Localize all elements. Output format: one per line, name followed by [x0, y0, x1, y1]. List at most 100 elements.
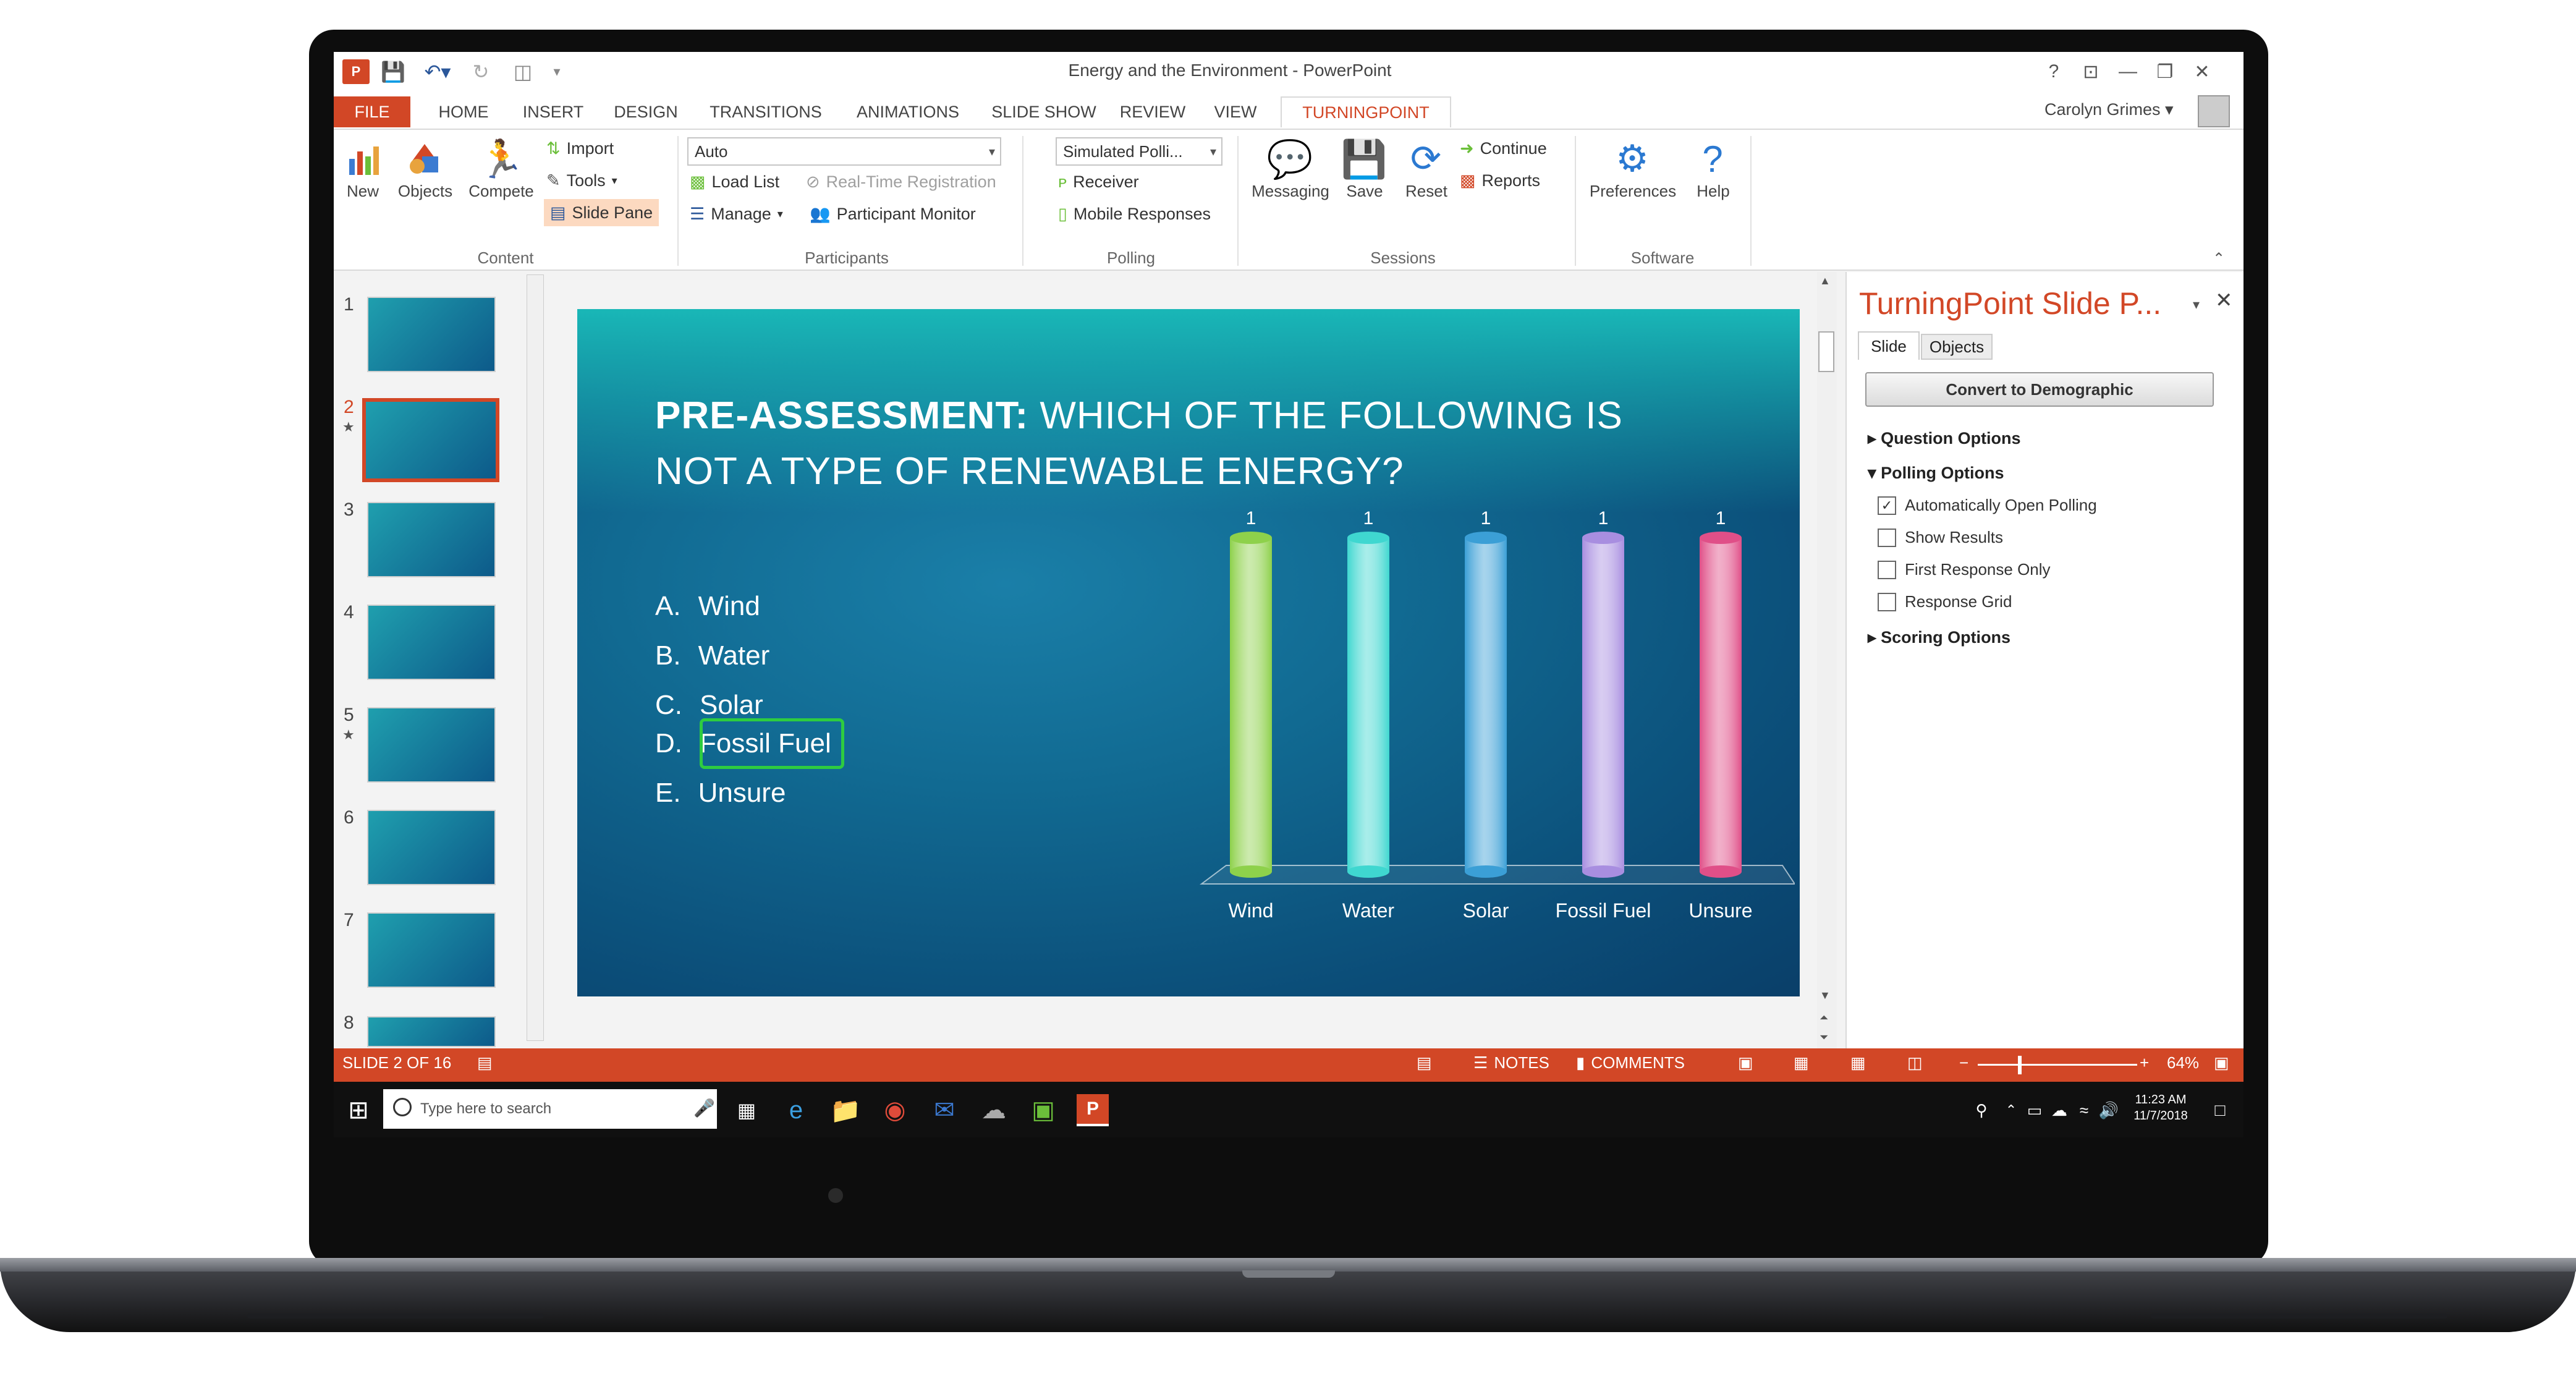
ribbon-display-options-icon[interactable]: ⊡	[2075, 59, 2106, 84]
zoom-slider[interactable]	[1978, 1064, 2137, 1066]
compete-button[interactable]: 🏃 Compete	[465, 136, 538, 201]
previous-slide-icon[interactable]: ⏶	[1820, 1011, 1828, 1024]
tab-turningpoint[interactable]: TURNINGPOINT	[1281, 96, 1451, 127]
slide-canvas[interactable]: PRE-ASSESSMENT: WHICH OF THE FOLLOWING I…	[577, 309, 1800, 996]
fit-to-window-icon[interactable]: ▣	[2214, 1053, 2229, 1072]
continue-button[interactable]: ➜ Continue	[1460, 135, 1547, 162]
turningpoint-app-icon[interactable]: ▣	[1027, 1094, 1059, 1126]
receiver-button[interactable]: ᴘ Receiver	[1058, 168, 1139, 195]
scroll-up-icon[interactable]: ▲	[1820, 274, 1831, 287]
chrome-icon[interactable]: ◉	[879, 1094, 911, 1126]
tab-file[interactable]: FILE	[334, 96, 410, 127]
user-avatar[interactable]	[2198, 95, 2230, 127]
tab-slide[interactable]: Slide	[1858, 331, 1920, 360]
slide-pane-button[interactable]: ▤ Slide Pane	[544, 199, 659, 226]
polling-options-section[interactable]: ▾ Polling Options	[1868, 464, 2004, 483]
volume-icon[interactable]: 🔊	[2093, 1094, 2125, 1126]
checkbox-response-grid[interactable]: Response Grid	[1878, 592, 2012, 611]
language-icon[interactable]: ▤	[1417, 1053, 1432, 1072]
answer-item[interactable]: C. Solar	[655, 690, 763, 721]
scroll-down-icon[interactable]: ▼	[1820, 989, 1831, 1002]
people-tray-icon[interactable]: ⚲	[1965, 1094, 1998, 1126]
slide-thumbnail[interactable]	[367, 502, 496, 577]
slide-thumbnail-selected[interactable]	[362, 398, 499, 482]
save-session-button[interactable]: 💾 Save	[1339, 136, 1391, 201]
slide-counter[interactable]: SLIDE 2 OF 16	[342, 1053, 451, 1072]
normal-view-icon[interactable]: ▣	[1738, 1053, 1753, 1072]
checkbox-show-results[interactable]: Show Results	[1878, 528, 2003, 547]
help-icon[interactable]: ?	[2038, 59, 2069, 84]
checkbox-automatically-open-polling[interactable]: ✓ Automatically Open Polling	[1878, 496, 2097, 515]
tab-home[interactable]: HOME	[426, 96, 501, 127]
comments-button[interactable]: ▮ COMMENTS	[1576, 1053, 1685, 1072]
tab-slide-show[interactable]: SLIDE SHOW	[985, 96, 1103, 127]
tab-view[interactable]: VIEW	[1201, 96, 1269, 127]
tab-objects[interactable]: Objects	[1921, 334, 1993, 360]
results-chart[interactable]: 1 Wind 1 Water 1 Solar 1 Fossil Fuel 1 Unsure	[1189, 488, 1795, 946]
slide-sorter-icon[interactable]: ▦	[1794, 1053, 1809, 1072]
slide-thumbnail[interactable]	[367, 1016, 496, 1047]
app-icon[interactable]: ☁	[978, 1094, 1010, 1126]
reset-button[interactable]: ⟳ Reset	[1399, 136, 1454, 201]
slide-thumbnail[interactable]	[367, 912, 496, 988]
reading-view-icon[interactable]: ▦	[1850, 1053, 1866, 1072]
manage-button[interactable]: ☰ Manage ▾	[690, 200, 783, 227]
slide-show-icon[interactable]: ◫	[1907, 1053, 1923, 1072]
spell-check-icon[interactable]: ▤	[477, 1053, 493, 1072]
slide-thumbnail[interactable]	[367, 605, 496, 680]
zoom-out-icon[interactable]: −	[1959, 1053, 1968, 1072]
objects-button[interactable]: Objects	[396, 136, 455, 201]
question-title[interactable]: PRE-ASSESSMENT: WHICH OF THE FOLLOWING I…	[655, 388, 1706, 499]
user-name[interactable]: Carolyn Grimes ▾	[2044, 100, 2174, 119]
collapse-ribbon-icon[interactable]: ⌃	[2213, 250, 2225, 268]
task-view-icon[interactable]: ▦	[731, 1094, 763, 1126]
outlook-icon[interactable]: ✉	[928, 1094, 960, 1126]
powerpoint-taskbar-icon[interactable]: P	[1077, 1094, 1109, 1126]
checkbox-first-response-only[interactable]: First Response Only	[1878, 560, 2051, 579]
scoring-options-section[interactable]: ▸ Scoring Options	[1868, 628, 2010, 647]
question-options-section[interactable]: ▸ Question Options	[1868, 429, 2021, 448]
zoom-in-icon[interactable]: +	[2140, 1053, 2149, 1072]
next-slide-icon[interactable]: ⏷	[1820, 1031, 1828, 1044]
tab-insert[interactable]: INSERT	[513, 96, 593, 127]
answer-item[interactable]: E. Unsure	[655, 778, 786, 809]
customize-qat-icon[interactable]: ▾	[548, 58, 566, 85]
microphone-icon[interactable]: 🎤	[693, 1098, 715, 1118]
system-clock[interactable]: 11:23 AM 11/7/2018	[2130, 1092, 2192, 1124]
close-icon[interactable]: ✕	[2187, 59, 2218, 84]
start-from-beginning-icon[interactable]: ◫	[504, 58, 541, 85]
taskbar-search-box[interactable]: Type here to search	[383, 1089, 717, 1129]
participant-list-combo[interactable]: Auto ▾	[687, 137, 1001, 166]
task-pane-close-icon[interactable]: ✕	[2215, 288, 2233, 313]
thumbnail-scrollbar[interactable]	[527, 274, 544, 1041]
import-button[interactable]: ⇅ Import	[546, 135, 614, 162]
save-icon[interactable]: 💾	[379, 58, 407, 85]
redo-icon[interactable]: ↻	[467, 58, 494, 85]
slide-thumbnail[interactable]	[367, 297, 496, 372]
participant-monitor-button[interactable]: 👥 Participant Monitor	[810, 200, 976, 227]
mobile-responses-button[interactable]: ▯ Mobile Responses	[1058, 200, 1211, 227]
zoom-slider-thumb[interactable]	[2018, 1056, 2022, 1074]
file-explorer-icon[interactable]: 📁	[829, 1094, 862, 1126]
task-pane-options-icon[interactable]: ▾	[2193, 297, 2200, 313]
windows-start-icon[interactable]: ⊞	[342, 1094, 375, 1126]
answer-item[interactable]: B. Water	[655, 640, 769, 671]
load-list-button[interactable]: ▩ Load List	[690, 168, 779, 195]
slide-thumbnail[interactable]	[367, 810, 496, 885]
real-time-registration-button[interactable]: ⊘ Real-Time Registration	[806, 168, 996, 195]
notes-button[interactable]: ☰ NOTES	[1473, 1053, 1549, 1072]
answer-item[interactable]: A. Wind	[655, 591, 760, 622]
action-center-icon[interactable]: □	[2204, 1094, 2236, 1126]
tab-animations[interactable]: ANIMATIONS	[843, 96, 973, 127]
reports-button[interactable]: ▩ Reports	[1460, 167, 1540, 194]
convert-to-demographic-button[interactable]: Convert to Demographic	[1865, 372, 2214, 407]
restore-icon[interactable]: ❐	[2150, 59, 2180, 84]
edge-browser-icon[interactable]: e	[780, 1094, 812, 1126]
help-button[interactable]: ? Help	[1688, 136, 1738, 201]
scroll-thumb[interactable]	[1818, 331, 1834, 372]
new-button[interactable]: New	[341, 136, 384, 201]
slide-thumbnail[interactable]	[367, 707, 496, 783]
messaging-button[interactable]: 💬 Messaging	[1247, 136, 1334, 201]
polling-mode-combo[interactable]: Simulated Polli... ▾	[1056, 137, 1222, 166]
slide-scrollbar[interactable]: ▲ ▼ ⏶ ⏷	[1817, 272, 1837, 1048]
